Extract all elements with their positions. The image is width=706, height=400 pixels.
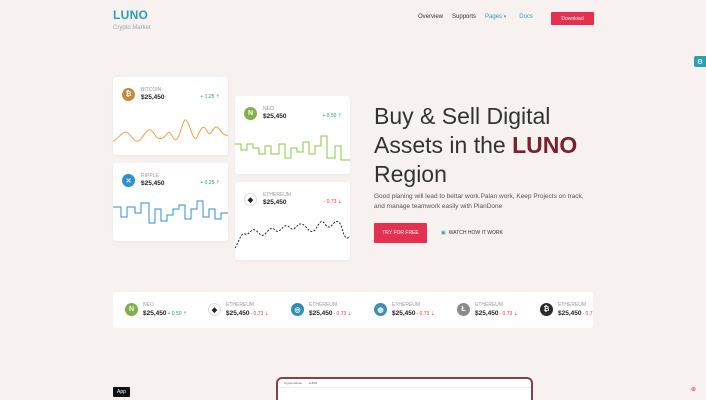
brand-logo[interactable]: LUNO [113, 8, 151, 22]
top-nav: Overview Supports Pages ▾ Docs [418, 14, 542, 20]
settings-gear-icon[interactable]: ⚙ [694, 56, 706, 67]
preview-logo: LUNO [308, 381, 318, 385]
ticker-change: - 0.73 ⇣ [333, 311, 352, 317]
ticker-price: $25,450 [392, 310, 416, 317]
price-card-ethereum[interactable]: ◆ ETHEREUM $25,450 - 0.73 ⇣ [235, 182, 350, 260]
watch-label: WATCH HOW IT WORK [448, 230, 503, 236]
ticker-price-row: $25,450- 0.73 ⇣ [392, 310, 435, 317]
ticker-coin-name: ETHEREUM [226, 302, 255, 308]
ticker-price: $25,450 [309, 310, 333, 317]
ticker-change: - 0.73 ⇣ [250, 311, 269, 317]
neo-icon: N [244, 107, 257, 120]
caret-down-icon: ▾ [503, 14, 507, 20]
ticker-price: $25,450 [475, 310, 499, 317]
ticker-price-row: $25,450- 0.73 ⇣ [226, 310, 269, 317]
price-card-ripple[interactable]: ✕ RIPPLE $25,450 + 0.25 ⇡ [113, 163, 228, 241]
watch-video-link[interactable]: ▣ WATCH HOW IT WORK [441, 230, 503, 236]
corner-icon[interactable]: ⊕ [691, 386, 696, 393]
ticker-price: $25,450 [558, 310, 582, 317]
ticker-price-row: $25,450- 0.7 [558, 310, 593, 317]
ripple-icon: ✕ [122, 174, 135, 187]
try-for-free-button[interactable]: TRY FOR FREE [374, 223, 427, 243]
nav-supports[interactable]: Supports [452, 14, 476, 20]
ticker-coin-name: ETHEREUM [475, 302, 504, 308]
nav-pages-dropdown[interactable]: Pages ▾ [485, 14, 506, 20]
coin-price: $25,450 [263, 113, 287, 120]
download-button[interactable]: Download [551, 12, 594, 25]
hero-line-3: Region [374, 161, 447, 187]
price-ticker: N NEO $25,450+ 0.50 ⇡ ◆ ETHEREUM $25,450… [113, 292, 593, 328]
nav-overview[interactable]: Overview [418, 14, 443, 20]
price-card-bitcoin[interactable]: ₿ BITCOIN $25,450 + 1.25 ⇡ [113, 77, 228, 155]
globe-coin-icon: ◍ [374, 303, 387, 316]
sparkline-chart [113, 119, 228, 142]
hero-brand-highlight: LUNO [512, 132, 578, 158]
ticker-coin-name: ETHEREUM [392, 302, 421, 308]
hero-line-1: Buy & Sell Digital [374, 103, 551, 129]
preview-title: Crypto Admin [284, 381, 303, 385]
coin-name: RIPPLE [141, 173, 159, 179]
ticker-price-row: $25,450- 0.73 ⇣ [475, 310, 518, 317]
hero-description: Good planing will lead to bettar work.Pa… [374, 193, 584, 210]
ticker-coin-name: ETHEREUM [309, 302, 338, 308]
ticker-price: $25,450 [226, 310, 250, 317]
brand-tagline: Crypto Market [113, 25, 151, 31]
sparkline-chart [235, 221, 350, 249]
preview-top-bar: Crypto Admin LUNO [278, 379, 531, 388]
ticker-coin-name: ETHEREUM [558, 302, 587, 308]
nav-pages-label: Pages [485, 14, 503, 20]
hero-line-2-text: Assets in the [374, 132, 506, 158]
play-video-icon: ▣ [441, 230, 446, 236]
brand[interactable]: LUNO Crypto Market [113, 8, 151, 31]
coin-change: - 0.73 ⇣ [323, 199, 342, 205]
neo-icon: N [125, 303, 138, 316]
coin-change: + 0.50 ⇡ [322, 113, 342, 119]
app-tag: App [113, 387, 130, 397]
hero-heading: Buy & Sell Digital Assets in the LUNO Re… [374, 102, 614, 189]
ticker-change: - 0.7 [582, 311, 593, 317]
coin-icon: ◎ [291, 303, 304, 316]
hero-line-2: Assets in the LUNO [374, 131, 614, 160]
coin-price: $25,450 [263, 199, 287, 206]
coin-name: ETHEREUM [263, 192, 292, 198]
ticker-change: - 0.73 ⇣ [416, 311, 435, 317]
ticker-change: - 0.73 ⇣ [499, 311, 518, 317]
coin-name: BITCOIN [141, 87, 162, 93]
nav-docs[interactable]: Docs [519, 14, 533, 20]
coin-change: + 0.25 ⇡ [200, 180, 220, 186]
sparkline-chart [235, 135, 350, 161]
ethereum-icon: ◆ [208, 303, 221, 316]
sparkline-chart [113, 200, 228, 224]
bitcoin-icon: ₿ [122, 88, 135, 101]
ticker-coin-name: NEO [143, 302, 154, 308]
price-card-neo[interactable]: N NEO $25,450 + 0.50 ⇡ [235, 96, 350, 174]
ticker-price-row: $25,450+ 0.50 ⇡ [143, 310, 187, 317]
litecoin-icon: Ł [457, 303, 470, 316]
dashboard-preview: Crypto Admin LUNO [276, 377, 533, 400]
coin-change: + 1.25 ⇡ [200, 94, 220, 100]
bitcoin-icon: ₿ [540, 303, 553, 316]
ticker-price: $25,450 [143, 310, 167, 317]
coin-price: $25,450 [141, 94, 165, 101]
coin-name: NEO [263, 106, 274, 112]
coin-price: $25,450 [141, 180, 165, 187]
ticker-price-row: $25,450- 0.73 ⇣ [309, 310, 352, 317]
ethereum-icon: ◆ [244, 193, 257, 206]
ticker-change: + 0.50 ⇡ [167, 311, 188, 317]
